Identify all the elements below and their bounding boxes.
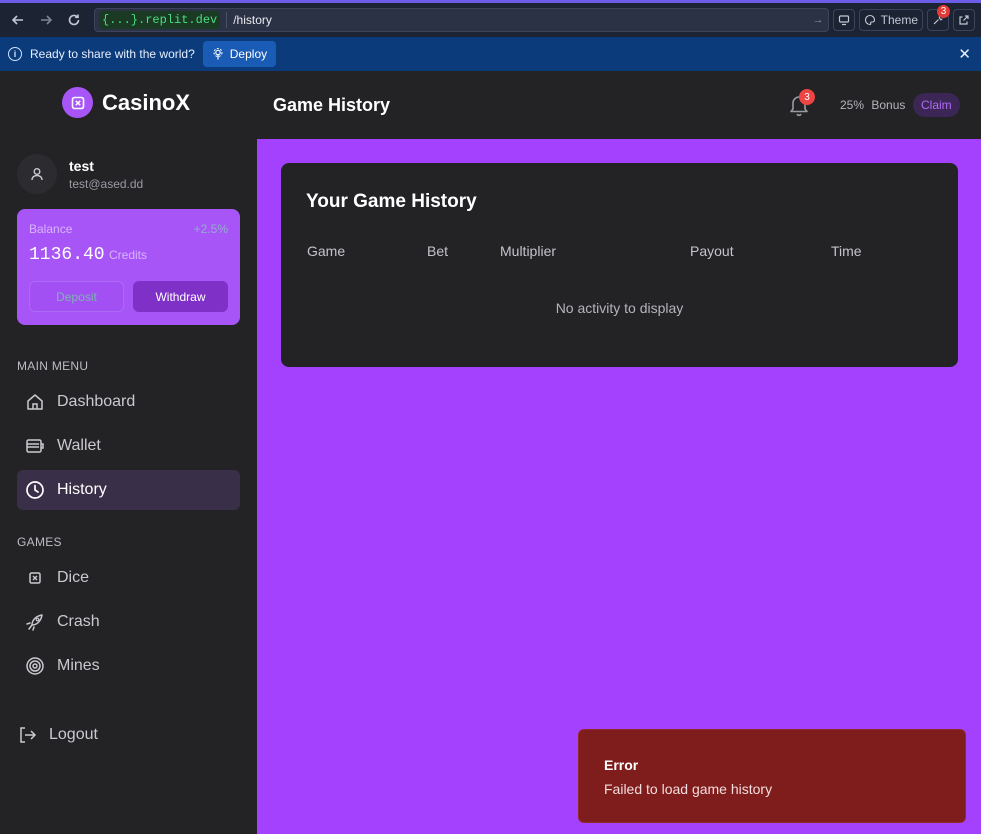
devtools-badge: 3 [937, 5, 950, 18]
logout-icon [17, 725, 37, 745]
clock-icon [25, 480, 45, 500]
sidebar-item-label: Wallet [57, 437, 101, 454]
sidebar-item-crash[interactable]: Crash [17, 602, 240, 642]
logout-label: Logout [49, 726, 98, 743]
column-header-multiplier: Multiplier [500, 243, 557, 259]
logout-button[interactable]: Logout [17, 715, 240, 755]
withdraw-button[interactable]: Withdraw [133, 281, 228, 312]
sidebar-item-label: Mines [57, 657, 100, 674]
user-icon [31, 168, 43, 181]
page-title: Game History [273, 95, 391, 115]
balance-unit: Credits [109, 248, 148, 262]
home-icon [25, 392, 45, 412]
error-toast[interactable]: Error Failed to load game history [578, 729, 966, 823]
notification-badge: 3 [799, 89, 815, 105]
column-header-game: Game [307, 243, 346, 259]
balance-label: Balance [29, 222, 73, 236]
arrow-left-icon [11, 15, 23, 25]
bonus-indicator: 25% Bonus [840, 98, 905, 112]
rocket-icon [25, 612, 45, 632]
sidebar-item-label: Crash [57, 613, 100, 630]
bonus-percent: 25% [840, 98, 865, 112]
bonus-label: Bonus [871, 98, 906, 112]
deploy-button[interactable]: Deploy [202, 41, 277, 67]
palette-icon [864, 14, 875, 26]
share-message: Ready to share with the world? [30, 47, 195, 61]
deposit-button[interactable]: Deposit [29, 281, 124, 312]
devices-button[interactable] [832, 9, 855, 31]
theme-button[interactable]: Theme [858, 9, 923, 31]
column-header-bet: Bet [427, 243, 449, 259]
browser-toolbar: {...}.replit.dev /history → Theme 3 [0, 0, 981, 37]
game-history-card: Your Game History Game Bet Multiplier Pa… [281, 163, 958, 367]
sidebar-item-label: Dashboard [57, 393, 136, 410]
sidebar: test test@ased.dd Balance +2.5% 1136.40 … [0, 139, 257, 834]
sidebar-item-wallet[interactable]: Wallet [17, 426, 240, 466]
url-go-icon[interactable]: → [813, 14, 824, 26]
sidebar-item-history[interactable]: History [17, 470, 240, 510]
back-button[interactable] [6, 8, 30, 32]
app-name: CasinoX [102, 89, 191, 115]
address-bar[interactable]: {...}.replit.dev /history → [94, 8, 829, 32]
toast-message: Failed to load game history [604, 781, 773, 797]
external-link-icon [959, 15, 969, 25]
close-icon[interactable]: ✕ [958, 45, 971, 63]
arrow-right-icon [41, 15, 53, 25]
balance-amount: 1136.40 [29, 245, 105, 265]
user-email: test@ased.dd [69, 176, 144, 191]
sidebar-item-dashboard[interactable]: Dashboard [17, 382, 240, 422]
forward-button[interactable] [34, 8, 58, 32]
devtools-button[interactable]: 3 [927, 5, 950, 31]
column-header-time: Time [831, 243, 862, 259]
theme-label: Theme [880, 13, 918, 27]
info-icon: i [8, 47, 22, 61]
open-new-tab-button[interactable] [953, 9, 975, 31]
balance-card: Balance +2.5% 1136.40 Credits Deposit Wi… [17, 209, 240, 325]
sidebar-item-label: Dice [57, 569, 90, 586]
sidebar-item-mines[interactable]: Mines [17, 646, 240, 686]
main-menu-heading: MAIN MENU [17, 359, 89, 373]
reload-button[interactable] [62, 8, 86, 32]
url-path[interactable]: /history [233, 13, 812, 27]
empty-state-message: No activity to display [555, 300, 684, 316]
deploy-label: Deploy [229, 47, 268, 61]
url-host: {...}.replit.dev [99, 11, 221, 29]
reload-icon [68, 14, 80, 26]
avatar [17, 154, 57, 194]
sidebar-item-label: History [57, 481, 107, 498]
games-heading: GAMES [17, 535, 62, 549]
logo-dice-icon [62, 87, 93, 118]
card-title: Your Game History [306, 191, 477, 212]
brand-logo[interactable]: CasinoX [62, 87, 190, 118]
balance-change: +2.5% [193, 222, 228, 236]
url-divider [226, 12, 228, 28]
share-banner: i Ready to share with the world? Deploy … [0, 37, 981, 71]
user-name: test [69, 157, 94, 174]
deploy-icon [213, 48, 223, 60]
claim-button[interactable]: Claim [913, 93, 960, 117]
toast-title: Error [604, 757, 639, 773]
user-profile[interactable]: test test@ased.dd [17, 154, 143, 194]
dice-icon [25, 568, 45, 588]
sidebar-item-dice[interactable]: Dice [17, 558, 240, 598]
target-icon [25, 656, 45, 676]
monitor-icon [838, 15, 849, 26]
column-header-payout: Payout [690, 243, 734, 259]
app-header: CasinoX Game History 3 25% Bonus Claim [0, 71, 981, 139]
wallet-icon [25, 436, 45, 456]
